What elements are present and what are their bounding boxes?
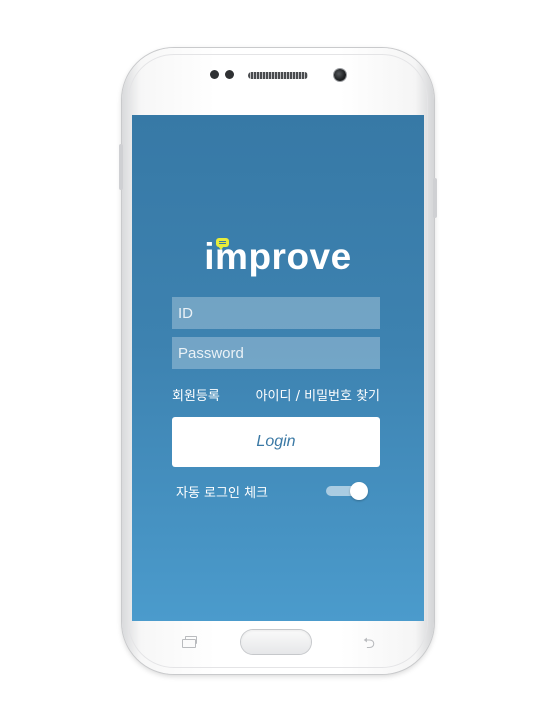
front-camera-icon — [334, 69, 346, 81]
find-account-link[interactable]: 아이디 / 비밀번호 찾기 — [256, 385, 380, 404]
home-button[interactable] — [241, 630, 311, 654]
phone-frame: improve 회원등록 아이디 / 비밀번호 찾기 Login 자동 로그인 … — [119, 48, 437, 674]
screenshot-stage: improve 회원등록 아이디 / 비밀번호 찾기 Login 자동 로그인 … — [0, 0, 555, 719]
register-link[interactable]: 회원등록 — [172, 385, 220, 404]
sensor-dot-icon — [210, 70, 219, 79]
volume-button — [119, 144, 123, 190]
auto-login-label: 자동 로그인 체크 — [176, 485, 268, 501]
login-button[interactable]: Login — [172, 417, 380, 467]
recent-apps-icon[interactable] — [182, 636, 198, 648]
password-input[interactable] — [172, 337, 380, 369]
speaker-grill — [248, 72, 308, 79]
id-input[interactable] — [172, 297, 380, 329]
app-logo: improve — [204, 236, 352, 277]
auto-login-row: 자동 로그인 체크 — [176, 479, 368, 503]
account-links: 회원등록 아이디 / 비밀번호 찾기 — [172, 385, 380, 404]
sensor-dot-icon — [225, 70, 234, 79]
toggle-knob — [350, 482, 368, 500]
back-icon[interactable]: ⮌ — [360, 636, 378, 651]
auto-login-toggle[interactable] — [326, 482, 368, 500]
power-button — [433, 178, 437, 218]
login-screen: improve 회원등록 아이디 / 비밀번호 찾기 Login 자동 로그인 … — [132, 115, 424, 621]
sensor-dots — [210, 70, 234, 79]
